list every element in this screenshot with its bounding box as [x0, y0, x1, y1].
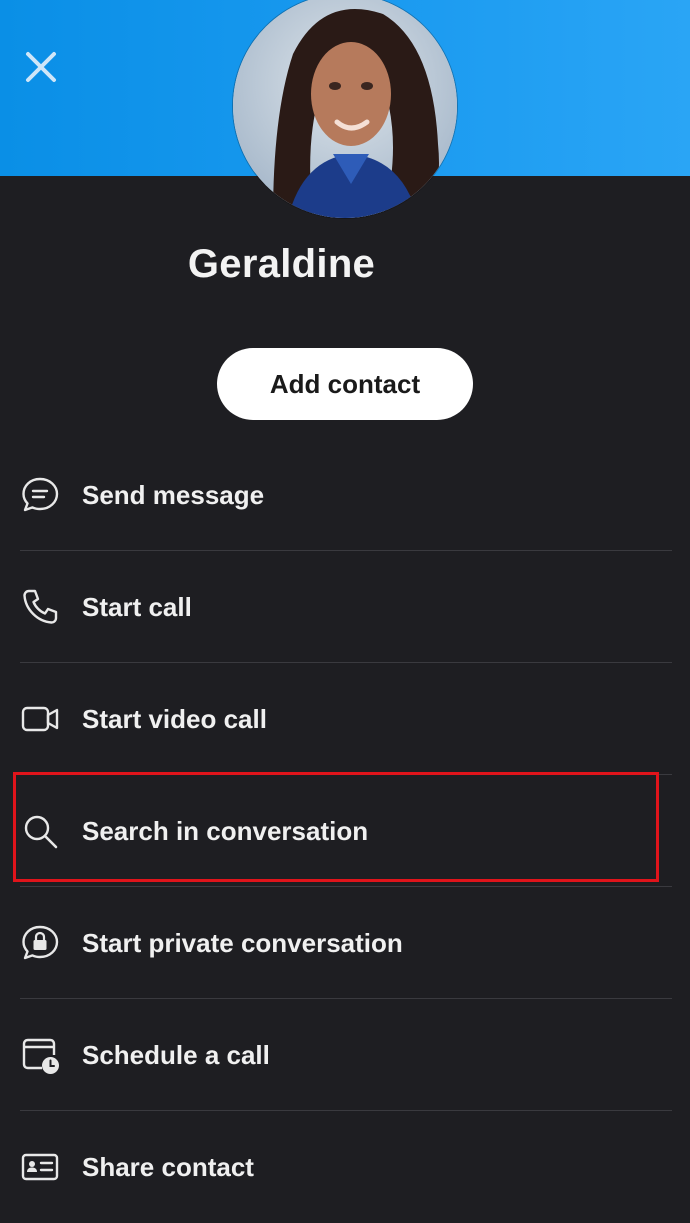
menu-item-label: Search in conversation	[82, 815, 369, 846]
add-contact-button[interactable]: Add contact	[217, 348, 473, 420]
menu-item-start-private-conversation[interactable]: Start private conversation	[0, 887, 690, 999]
video-camera-icon	[20, 699, 60, 739]
search-icon	[20, 811, 60, 851]
contact-card-icon	[20, 1147, 60, 1187]
menu-item-start-video-call[interactable]: Start video call	[0, 663, 690, 775]
menu-item-schedule-a-call[interactable]: Schedule a call	[0, 999, 690, 1111]
calendar-clock-icon	[20, 1035, 60, 1075]
menu-item-send-message[interactable]: Send message	[0, 439, 690, 551]
close-button[interactable]	[20, 46, 62, 88]
phone-icon	[20, 587, 60, 627]
contact-name: Geraldine	[187, 242, 376, 286]
menu-item-label: Share contact	[82, 1151, 254, 1182]
avatar	[233, 0, 457, 218]
menu-item-start-call[interactable]: Start call	[0, 551, 690, 663]
menu-item-label: Start private conversation	[82, 927, 403, 958]
close-icon	[26, 52, 56, 82]
profile-photo	[233, 0, 457, 218]
menu-item-label: Start call	[82, 591, 192, 622]
menu-item-label: Schedule a call	[82, 1039, 270, 1070]
menu-item-label: Send message	[82, 479, 265, 510]
menu-item-label: Start video call	[82, 703, 267, 734]
lock-chat-icon	[20, 923, 60, 963]
chat-bubble-icon	[20, 475, 60, 515]
menu-item-search-in-conversation[interactable]: Search in conversation	[0, 775, 690, 887]
contact-actions-menu: Send message Start call Start video call	[0, 439, 690, 1223]
menu-item-share-contact[interactable]: Share contact	[0, 1111, 690, 1223]
